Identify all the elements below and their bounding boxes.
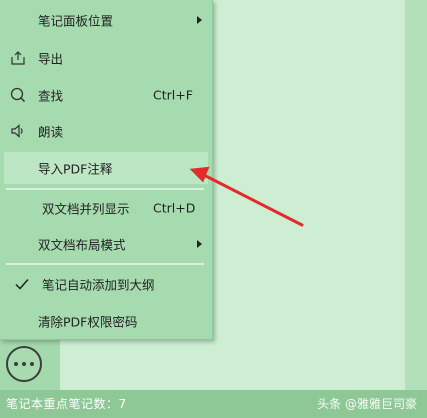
- submenu-arrow-icon: [197, 16, 202, 24]
- annotation-arrow-icon: [189, 166, 304, 227]
- menu-item-label: 查找: [38, 88, 64, 104]
- menu-item-label: 清除PDF权限密码: [38, 314, 138, 330]
- menu-item-label: 笔记面板位置: [38, 13, 114, 29]
- status-bar: 笔记本重点笔记数：7 头条 @雅雅巨司豪: [0, 390, 427, 418]
- more-button[interactable]: [6, 346, 42, 382]
- menu-item-label: 双文档布局模式: [38, 237, 126, 253]
- menu-item-label: 导入PDF注释: [38, 161, 113, 177]
- speaker-icon: [11, 124, 23, 138]
- checkmark-icon: [15, 279, 29, 290]
- menu-item-import-pdf-annotations[interactable]: 导入PDF注释: [4, 152, 208, 184]
- menu-item-label: 双文档并列显示: [42, 201, 130, 217]
- note-count-status: 笔记本重点笔记数：7: [6, 397, 127, 411]
- watermark: 头条 @雅雅巨司豪: [317, 397, 417, 411]
- search-icon: [10, 87, 26, 103]
- menu-item-clear-pdf-password[interactable]: 清除PDF权限密码: [0, 303, 212, 339]
- menu-separator: [6, 263, 204, 265]
- more-dot: [22, 362, 26, 366]
- more-dot: [30, 362, 34, 366]
- menu-item-export[interactable]: 导出: [0, 40, 212, 76]
- menu-item-auto-add-to-outline[interactable]: 笔记自动添加到大纲: [0, 266, 212, 302]
- shortcut-label: Ctrl+F: [153, 87, 193, 103]
- menu-item-find[interactable]: 查找 Ctrl+F: [0, 77, 212, 113]
- menu-item-read-aloud[interactable]: 朗读: [0, 113, 212, 149]
- more-dots-icon: [14, 362, 18, 366]
- menu-item-label: 导出: [38, 51, 64, 67]
- app-window: 笔记面板位置 导出 查找 Ctrl+F 朗读 导入PDF注释 双文档并列显示 C…: [0, 0, 427, 418]
- menu-item-note-panel-position[interactable]: 笔记面板位置: [0, 2, 212, 38]
- submenu-arrow-icon: [197, 240, 202, 248]
- menu-item-label: 朗读: [38, 124, 64, 140]
- export-icon: [11, 51, 25, 65]
- right-sidebar: [405, 0, 427, 390]
- menu-item-label: 笔记自动添加到大纲: [42, 277, 155, 293]
